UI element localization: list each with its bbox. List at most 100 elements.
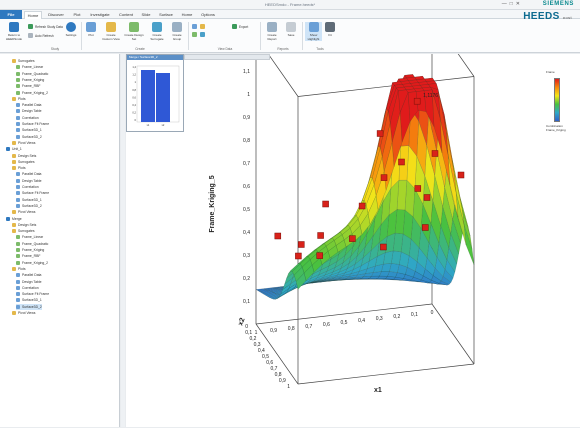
tab-surface[interactable]: Surface <box>155 11 177 19</box>
tree-item[interactable]: Parallel Data <box>16 102 41 108</box>
tree-item[interactable]: Surrogates <box>12 228 35 234</box>
tree-item[interactable]: Frame_RBF <box>16 83 40 89</box>
tree-node-icon <box>16 286 20 290</box>
tree-item-label: Surface Fit Frame <box>22 122 49 126</box>
view-data-button-4[interactable] <box>200 32 205 37</box>
view-data-button-3[interactable] <box>200 24 205 29</box>
refresh-button[interactable]: Refresh Study Data <box>28 24 63 29</box>
tree-item-label: Frame_Linear <box>22 235 43 239</box>
auto-refresh-button[interactable]: Auto Refresh <box>28 33 54 38</box>
maximize-button[interactable]: □ <box>510 1 513 7</box>
view-data-button-2[interactable] <box>192 32 197 37</box>
x1-axis-label: x1 <box>374 387 382 394</box>
tab-home[interactable]: Home <box>24 11 42 19</box>
tree-item[interactable]: Surface3D_2 <box>16 134 42 140</box>
return-label: Return to HEEDSmdo <box>6 33 22 41</box>
create-surrogate-button[interactable]: Create Surrogate <box>147 22 167 41</box>
mini-xtick-label: x1 <box>147 123 150 127</box>
tree-node-icon <box>12 311 16 315</box>
tree-item[interactable]: Pivot Views <box>12 310 35 316</box>
tree-item-label: Design Table <box>22 179 42 183</box>
tree-item[interactable]: Plots <box>12 165 26 171</box>
axis-box-edge <box>256 54 298 97</box>
tree-item[interactable]: Surface3D_1 <box>16 197 42 203</box>
tree-item[interactable]: Merge <box>6 216 22 222</box>
tree-item[interactable]: Plots <box>12 266 26 272</box>
tree-item[interactable]: Surface3D_2 <box>16 203 42 209</box>
window-controls: — □ ✕ <box>502 1 520 7</box>
tab-strip[interactable] <box>184 54 270 60</box>
tree-item[interactable]: Parallel Data <box>16 171 41 177</box>
plot-button[interactable]: Plot <box>84 22 98 37</box>
tab-content[interactable]: Content <box>115 11 137 19</box>
tree-item[interactable]: Surface3D_2 <box>16 304 42 310</box>
tree-item[interactable]: Design Table <box>16 279 42 285</box>
tree-item[interactable]: Design Sets <box>12 222 36 228</box>
show-highlight-button[interactable]: Show Highlight <box>305 22 322 41</box>
tree-item[interactable]: Frame_Kriging_2 <box>16 90 48 96</box>
plot-canvas[interactable]: 1,11761,21,110,90,80,70,60,50,40,30,20,1… <box>126 54 580 427</box>
tree-item[interactable]: Correlation <box>16 285 39 291</box>
tree-item[interactable]: Frame_Linear <box>16 234 43 240</box>
return-button[interactable]: Return to HEEDSmdo <box>3 22 25 41</box>
export-button[interactable]: Export <box>232 24 248 29</box>
tree-node-icon <box>16 261 20 265</box>
tree-node-icon <box>16 185 20 189</box>
tree-item[interactable]: Correlation <box>16 184 39 190</box>
tree-item[interactable]: Frame_Kriging <box>16 247 44 253</box>
tree-item[interactable]: Correlation <box>16 115 39 121</box>
mini-ytick-label: 0,2 <box>132 111 136 115</box>
mini-bar-chart: 1,41,210,80,60,40,20x1x2 <box>127 60 183 130</box>
view-data-button-1[interactable] <box>192 24 197 29</box>
tree-item[interactable]: Surface Fit Frame <box>16 121 49 127</box>
tab-discover[interactable]: Discover <box>44 11 68 19</box>
tree-item[interactable]: Surface3D_1 <box>16 297 42 303</box>
tree-item[interactable]: Surface3D_1 <box>16 127 42 133</box>
tree-item[interactable]: Design Table <box>16 178 42 184</box>
tree-item[interactable]: Design Table <box>16 108 42 114</box>
tree-item[interactable]: Surface Fit Frame <box>16 190 49 196</box>
tree-item[interactable]: Surface Fit Frame <box>16 291 49 297</box>
settings-button[interactable]: Settings <box>64 22 78 37</box>
tree-item[interactable]: Pivot Views <box>12 140 35 146</box>
tab-options[interactable]: Options <box>197 11 219 19</box>
tree-item[interactable]: Frame_Linear <box>16 64 43 70</box>
group-label-study: Study <box>40 47 70 51</box>
tree-node-icon <box>16 122 20 126</box>
create-design-set-button[interactable]: Create Design Set <box>123 22 145 41</box>
tree-item[interactable]: Pivot Views <box>12 209 35 215</box>
tab-investigate[interactable]: Investigate <box>86 11 114 19</box>
tree-item[interactable]: Design Sets <box>12 153 36 159</box>
close-button[interactable]: ✕ <box>516 1 520 7</box>
minimize-button[interactable]: — <box>502 1 507 7</box>
tab-plot[interactable]: Plot <box>69 11 85 19</box>
tree-item[interactable]: Frame_Quadratic <box>16 71 48 77</box>
plot-label: Plot <box>88 33 93 37</box>
tab-file[interactable]: File <box>0 10 22 19</box>
create-group-button[interactable]: Create Group <box>169 22 185 41</box>
tree-item-label: Frame_RBF <box>22 84 40 88</box>
tree-item[interactable]: Frame_Quadratic <box>16 241 48 247</box>
tree-item[interactable]: Surrogates <box>12 58 35 64</box>
tree-item[interactable]: Surrogates <box>12 159 35 165</box>
tree-node-icon <box>16 72 20 76</box>
tree-item[interactable]: Frame_RBF <box>16 253 40 259</box>
create-report-button[interactable]: Create Report <box>263 22 281 41</box>
tree-item-label: Surface Fit Frame <box>22 292 49 296</box>
project-tree[interactable]: SurrogatesFrame_LinearFrame_QuadraticFra… <box>0 54 120 427</box>
tab-slide[interactable]: Slide <box>138 11 154 19</box>
mini-chart-window[interactable]: Merge / Surface3D_2 1,41,210,80,60,40,20… <box>126 54 184 132</box>
surface-plot[interactable]: 1,11761,21,110,90,80,70,60,50,40,30,20,1… <box>126 54 580 427</box>
axis-box-edge <box>298 364 474 384</box>
tree-item[interactable]: Frame_Kriging <box>16 77 44 83</box>
create-custom-view-button[interactable]: Create Custom View <box>101 22 121 41</box>
tree-item[interactable]: Frame_Kriging_2 <box>16 260 48 266</box>
tree-node-icon <box>12 160 16 164</box>
tree-item[interactable]: Plots <box>12 96 26 102</box>
tab-home-2[interactable]: Home <box>178 11 196 19</box>
save-button[interactable]: Save <box>283 22 299 37</box>
tree-scrollbar[interactable] <box>121 54 125 427</box>
tree-item[interactable]: Parallel Data <box>16 272 41 278</box>
fit-button[interactable]: Fit <box>324 22 336 37</box>
tree-item[interactable]: Unit_1 <box>6 146 22 152</box>
